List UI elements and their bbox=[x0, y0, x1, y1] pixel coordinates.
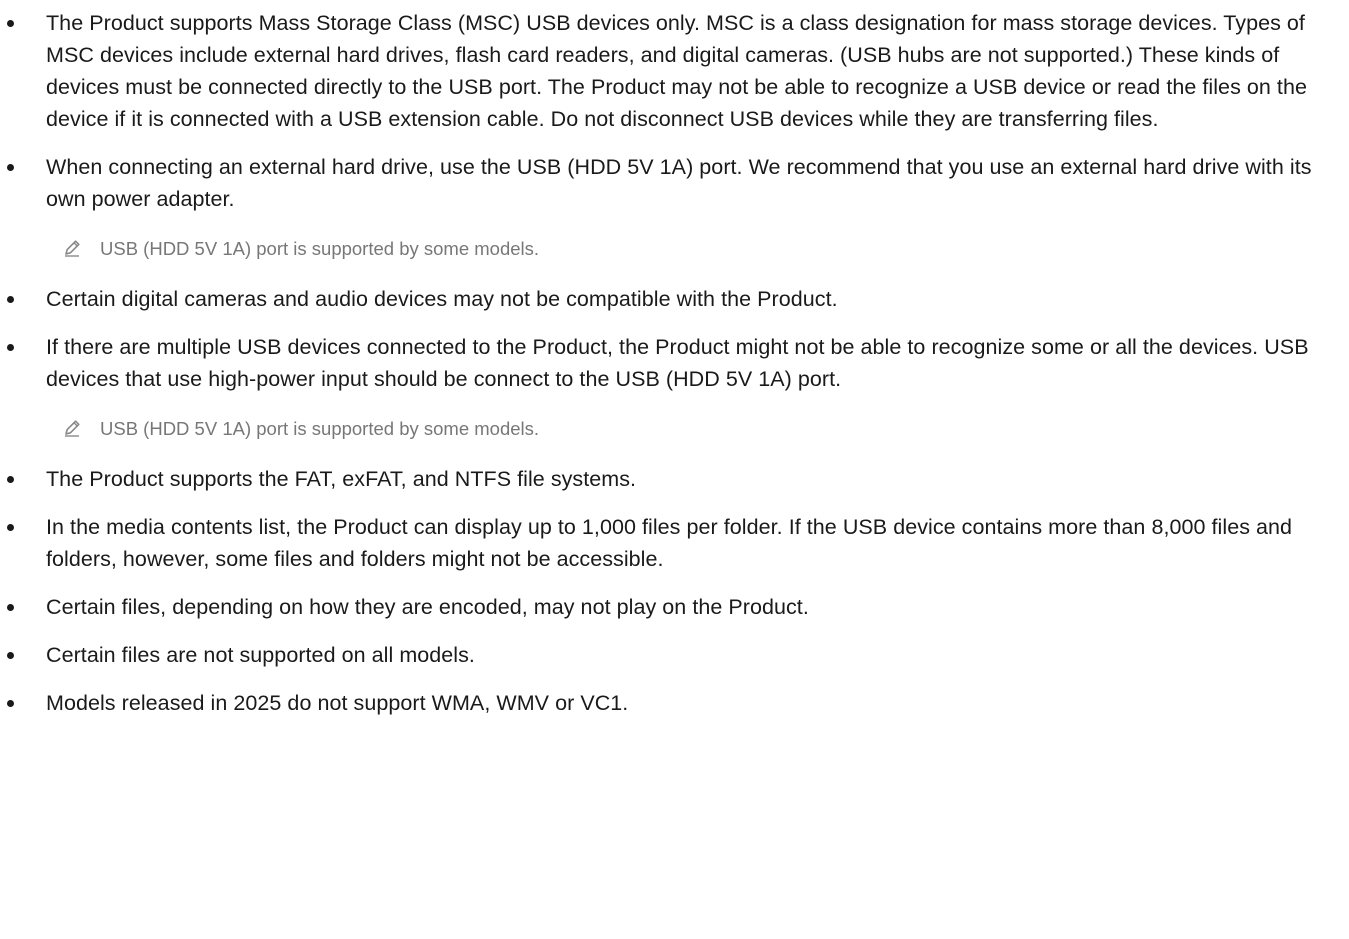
list-item: Certain files, depending on how they are… bbox=[0, 591, 1349, 623]
list-item: In the media contents list, the Product … bbox=[0, 511, 1349, 575]
list-item-text: Certain digital cameras and audio device… bbox=[46, 287, 838, 311]
list-item: When connecting an external hard drive, … bbox=[0, 151, 1349, 215]
list-item-text: The Product supports the FAT, exFAT, and… bbox=[46, 467, 637, 491]
bullet-dot bbox=[7, 164, 14, 171]
note: USB (HDD 5V 1A) port is supported by som… bbox=[0, 235, 1349, 263]
bullet-dot bbox=[7, 604, 14, 611]
list-item: If there are multiple USB devices connec… bbox=[0, 331, 1349, 395]
list-item-text: Certain files, depending on how they are… bbox=[46, 595, 809, 619]
bullet-list: The Product supports Mass Storage Class … bbox=[0, 7, 1349, 719]
list-item: The Product supports the FAT, exFAT, and… bbox=[0, 463, 1349, 495]
bullet-dot bbox=[7, 476, 14, 483]
list-item-text: The Product supports Mass Storage Class … bbox=[46, 11, 1307, 131]
pencil-icon bbox=[65, 420, 80, 437]
list-item-text: In the media contents list, the Product … bbox=[46, 515, 1293, 571]
note-text: USB (HDD 5V 1A) port is supported by som… bbox=[100, 418, 540, 439]
list-item-text: When connecting an external hard drive, … bbox=[46, 155, 1312, 211]
bullet-dot bbox=[7, 700, 14, 707]
list-item: Certain digital cameras and audio device… bbox=[0, 283, 1349, 315]
note-text: USB (HDD 5V 1A) port is supported by som… bbox=[100, 238, 540, 259]
list-item: Models released in 2025 do not support W… bbox=[0, 687, 1349, 719]
list-item-text: Models released in 2025 do not support W… bbox=[46, 691, 629, 715]
list-item-text: Certain files are not supported on all m… bbox=[46, 643, 475, 667]
pencil-icon bbox=[65, 240, 80, 257]
list-item-text: If there are multiple USB devices connec… bbox=[46, 335, 1309, 391]
bullet-dot bbox=[7, 652, 14, 659]
note: USB (HDD 5V 1A) port is supported by som… bbox=[0, 415, 1349, 443]
list-item: The Product supports Mass Storage Class … bbox=[0, 7, 1349, 135]
bullet-dot bbox=[7, 344, 14, 351]
bullet-dot bbox=[7, 20, 14, 27]
bullet-dot bbox=[7, 524, 14, 531]
document-page: The Product supports Mass Storage Class … bbox=[0, 0, 1349, 939]
list-item: Certain files are not supported on all m… bbox=[0, 639, 1349, 671]
bullet-dot bbox=[7, 296, 14, 303]
